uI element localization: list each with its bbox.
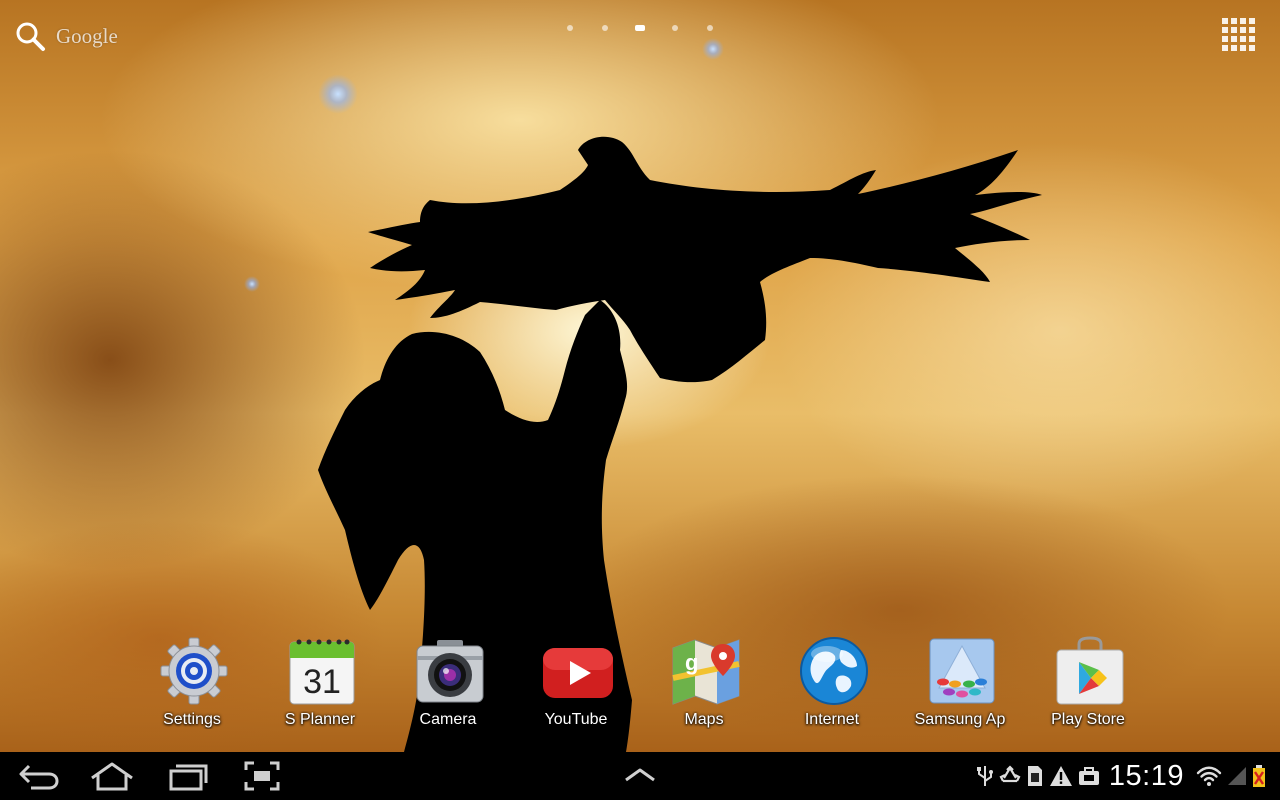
app-maps[interactable]: g Maps (644, 632, 764, 738)
samsung-apps-icon (929, 638, 995, 704)
recycle-icon (999, 765, 1021, 783)
calendar-icon: 31 (289, 639, 355, 705)
app-s-planner[interactable]: 31 S Planner (260, 632, 380, 738)
calendar-day-number: 31 (303, 663, 341, 701)
app-dock: Settings 31 S Planner Camera YouTube g M… (0, 632, 1280, 742)
google-search-label: Google (56, 23, 118, 48)
apps-grid-icon (1222, 18, 1255, 51)
app-label: Internet (804, 711, 860, 728)
app-label: Samsung Ap (914, 711, 1006, 728)
page-dot[interactable] (707, 25, 713, 31)
app-label: Maps (684, 711, 724, 728)
app-label: Play Store (1051, 711, 1125, 728)
maps-icon: g (672, 639, 740, 705)
system-navigation-bar: 15:19 (0, 752, 1280, 800)
app-camera[interactable]: Camera (388, 632, 508, 738)
youtube-icon (543, 648, 613, 698)
warning-icon (1049, 766, 1072, 786)
briefcase-icon (1078, 767, 1099, 785)
globe-icon (800, 637, 868, 705)
back-icon (19, 764, 59, 790)
recent-apps-button[interactable] (159, 758, 215, 794)
screenshot-button[interactable] (234, 758, 290, 794)
app-label: YouTube (544, 711, 608, 728)
page-dot[interactable] (672, 25, 678, 31)
app-label: Settings (163, 711, 221, 728)
camera-icon (416, 640, 484, 703)
battery-low-icon (1253, 765, 1265, 787)
home-icon (91, 762, 133, 791)
play-store-bag-icon (1056, 636, 1124, 705)
quick-panel-button[interactable] (612, 758, 668, 794)
google-search-widget[interactable]: Google (14, 20, 118, 52)
app-settings[interactable]: Settings (132, 632, 252, 738)
app-label: S Planner (284, 711, 356, 728)
status-area[interactable]: 15:19 (973, 752, 1268, 800)
chevron-up-icon (625, 768, 655, 782)
svg-text:g: g (685, 650, 698, 675)
apps-button[interactable] (1220, 16, 1260, 56)
usb-icon (976, 766, 993, 786)
app-youtube[interactable]: YouTube (516, 632, 636, 738)
recent-apps-icon (169, 764, 208, 791)
app-label: Camera (419, 711, 477, 728)
page-dot-active[interactable] (635, 25, 645, 31)
clock: 15:19 (1108, 759, 1184, 792)
signal-icon (1228, 767, 1246, 785)
back-button[interactable] (11, 758, 67, 794)
sd-card-icon (1027, 766, 1042, 786)
home-button[interactable] (84, 758, 140, 794)
app-samsung-apps[interactable]: Samsung Ap (900, 632, 1020, 738)
page-dot[interactable] (567, 25, 573, 31)
page-indicator (560, 22, 720, 34)
app-play-store[interactable]: Play Store (1028, 632, 1148, 738)
screenshot-icon (244, 761, 280, 791)
page-dot[interactable] (602, 25, 608, 31)
wifi-icon (1196, 766, 1222, 786)
settings-gear-icon (160, 637, 228, 705)
search-icon (16, 22, 45, 51)
app-internet[interactable]: Internet (772, 632, 892, 738)
